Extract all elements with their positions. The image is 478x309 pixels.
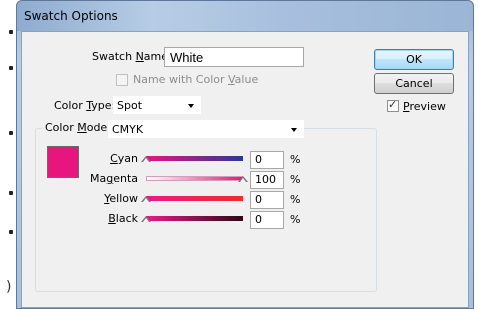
checkmark-icon: ✓: [388, 98, 398, 111]
percent-unit: %: [290, 153, 301, 166]
channel-slider[interactable]: [146, 176, 243, 181]
name-with-color-value-label: Name with Color Value: [133, 73, 259, 86]
slider-thumb[interactable]: [238, 176, 248, 182]
color-mode-dropdown[interactable]: CMYK: [108, 120, 304, 138]
channel-value-input[interactable]: 0: [250, 151, 284, 169]
channel-label: Yellow: [104, 192, 138, 205]
channel-label: Magenta: [89, 172, 138, 185]
channel-value-input[interactable]: 100: [250, 171, 284, 189]
swatch-name-value: White: [170, 50, 204, 65]
percent-unit: %: [290, 193, 301, 206]
channel-slider[interactable]: [146, 196, 243, 201]
channel-value-input[interactable]: 0: [250, 211, 284, 229]
background-strip: ): [0, 0, 16, 309]
ok-button[interactable]: OK: [374, 49, 454, 70]
channel-value-input[interactable]: 0: [250, 191, 284, 209]
color-type-label: Color Type:: [54, 99, 116, 112]
preview-checkbox[interactable]: ✓: [387, 98, 399, 112]
color-mode-group: Color Mode:: [35, 121, 377, 292]
slider-thumb[interactable]: [141, 196, 151, 202]
background-mark: [9, 66, 13, 70]
slider-thumb[interactable]: [141, 156, 151, 162]
background-paren: ): [6, 279, 12, 295]
background-mark: [9, 30, 13, 34]
channel-label: Cyan: [110, 152, 138, 165]
background-mark: [9, 230, 13, 234]
chevron-down-icon: [291, 128, 297, 132]
dialog-title: Swatch Options: [24, 9, 118, 23]
color-type-value: Spot: [117, 99, 143, 112]
swatch-name-label: Swatch Name:: [92, 50, 172, 63]
chevron-down-icon: [188, 104, 194, 108]
title-bar[interactable]: Swatch Options: [17, 1, 473, 31]
preview-label: Preview: [403, 100, 446, 113]
name-with-color-value-checkbox[interactable]: [116, 74, 128, 86]
color-mode-label: Color Mode:: [42, 121, 114, 134]
swatch-options-dialog: Swatch Options Swatch Name: White Name w…: [16, 0, 474, 309]
color-mode-value: CMYK: [112, 123, 144, 136]
cancel-button[interactable]: Cancel: [374, 73, 454, 94]
channel-label: Black: [108, 212, 138, 225]
background-mark: [9, 131, 13, 135]
swatch-color-preview: [47, 146, 79, 178]
channel-slider[interactable]: [146, 216, 243, 221]
color-type-dropdown[interactable]: Spot: [113, 96, 201, 114]
percent-unit: %: [290, 173, 301, 186]
slider-thumb[interactable]: [141, 216, 151, 222]
percent-unit: %: [290, 213, 301, 226]
channel-slider[interactable]: [146, 156, 243, 161]
swatch-name-input[interactable]: White: [164, 47, 304, 67]
dialog-client-area: Swatch Name: White Name with Color Value…: [21, 31, 469, 308]
background-mark: [9, 191, 13, 195]
